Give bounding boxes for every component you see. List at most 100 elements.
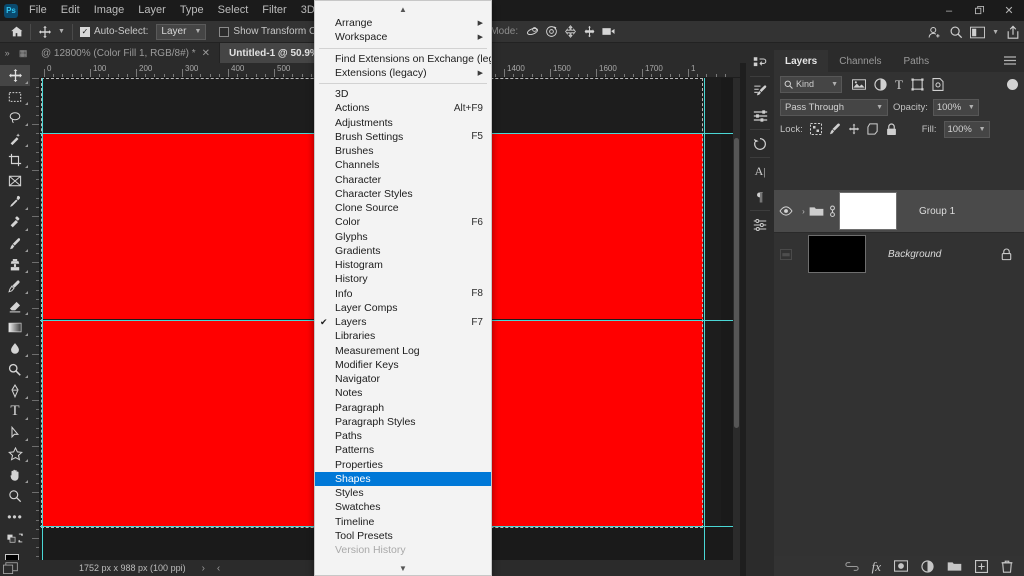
window-menu-item-measurement-log[interactable]: Measurement Log bbox=[315, 344, 491, 358]
tool-eyedropper-tool[interactable] bbox=[0, 191, 30, 212]
close-icon[interactable]: ✕ bbox=[994, 0, 1024, 21]
layer-filter-toggle-switch[interactable] bbox=[1007, 78, 1018, 90]
add-mask-icon[interactable] bbox=[894, 560, 908, 572]
window-menu-item-history[interactable]: History bbox=[315, 272, 491, 286]
type-filter-icon[interactable]: T bbox=[895, 78, 903, 91]
window-menu-item-shapes[interactable]: Shapes bbox=[315, 471, 491, 486]
menubar-item-file[interactable]: File bbox=[22, 0, 54, 21]
rail-history-icon[interactable] bbox=[746, 131, 774, 156]
screen-mode-status-icon[interactable] bbox=[3, 561, 18, 575]
pixel-filter-icon[interactable] bbox=[852, 78, 866, 90]
vertical-ruler[interactable] bbox=[30, 78, 40, 560]
rail-adjustments-sliders-icon[interactable] bbox=[746, 103, 774, 128]
lock-all-icon[interactable] bbox=[886, 122, 897, 136]
rail-brush-settings-icon[interactable] bbox=[746, 78, 774, 103]
menubar-item-type[interactable]: Type bbox=[173, 0, 211, 21]
tool-hand-tool[interactable] bbox=[0, 464, 30, 485]
layer-row-background[interactable]: Background bbox=[774, 233, 1024, 275]
rail-character-icon[interactable]: A| bbox=[746, 159, 774, 184]
lock-position-icon[interactable] bbox=[848, 123, 860, 135]
tool-gradient-tool[interactable] bbox=[0, 317, 30, 338]
tool-rectangular-marquee-tool[interactable] bbox=[0, 86, 30, 107]
window-menu-item-workspace[interactable]: Workspace ▶ bbox=[315, 30, 491, 44]
rail-paragraph-icon[interactable]: ¶ bbox=[746, 184, 774, 209]
tool-crop-tool[interactable] bbox=[0, 149, 30, 170]
camera-3d-icon[interactable] bbox=[602, 26, 617, 37]
window-menu-item-notes[interactable]: Notes bbox=[315, 386, 491, 400]
layer-filter-kind-dropdown[interactable]: Kind ▼ bbox=[780, 75, 842, 93]
window-menu-item-paragraph[interactable]: Paragraph bbox=[315, 401, 491, 415]
window-menu-item-extensions-legacy[interactable]: Extensions (legacy) ▶ bbox=[315, 66, 491, 80]
tool-blur-tool[interactable] bbox=[0, 338, 30, 359]
tool-pen-tool[interactable] bbox=[0, 380, 30, 401]
layer-name-label[interactable]: Group 1 bbox=[919, 206, 955, 217]
window-menu-item-patterns[interactable]: Patterns bbox=[315, 443, 491, 457]
window-menu-item-layer-comps[interactable]: Layer Comps bbox=[315, 301, 491, 315]
rail-properties-icon[interactable] bbox=[746, 212, 774, 237]
window-menu-item-navigator[interactable]: Navigator bbox=[315, 372, 491, 386]
tool-preset-caret-icon[interactable]: ▼ bbox=[58, 28, 65, 35]
tool-custom-shape-tool[interactable] bbox=[0, 443, 30, 464]
canvas-vertical-scrollbar[interactable] bbox=[733, 78, 740, 560]
fill-field[interactable]: 100% ▼ bbox=[943, 120, 990, 138]
show-transform-controls-checkbox[interactable] bbox=[219, 26, 230, 37]
workspace-chevron-icon[interactable]: ▼ bbox=[992, 29, 999, 36]
window-menu-item-brushes[interactable]: Brushes bbox=[315, 144, 491, 158]
window-menu-item-arrange[interactable]: Arrange ▶ bbox=[315, 16, 491, 30]
slide-3d-icon[interactable] bbox=[583, 25, 596, 38]
window-menu-item-libraries[interactable]: Libraries bbox=[315, 329, 491, 343]
window-menu-dropdown[interactable]: ▲ Arrange ▶ Workspace ▶ Find Extensions on E… bbox=[314, 0, 492, 576]
layer-row-group-1[interactable]: › Group 1 bbox=[774, 190, 1024, 232]
opacity-field[interactable]: 100% ▼ bbox=[932, 98, 979, 116]
menubar-item-layer[interactable]: Layer bbox=[131, 0, 173, 21]
window-menu-item-histogram[interactable]: Histogram bbox=[315, 258, 491, 272]
panel-menu-hamburger-icon[interactable] bbox=[1004, 56, 1016, 65]
window-menu-item-gradients[interactable]: Gradients bbox=[315, 244, 491, 258]
scrollbar-thumb[interactable] bbox=[734, 138, 739, 428]
lock-transparency-icon[interactable] bbox=[809, 123, 822, 135]
roll-3d-icon[interactable] bbox=[545, 25, 558, 38]
layer-thumbnail[interactable] bbox=[808, 235, 866, 273]
tool-spot-healing-brush-tool[interactable] bbox=[0, 212, 30, 233]
window-menu-item-color[interactable]: Color F6 bbox=[315, 215, 491, 229]
tool-path-selection-tool[interactable] bbox=[0, 422, 30, 443]
layer-visibility-toggle[interactable] bbox=[774, 248, 798, 260]
window-menu-item-brush-settings[interactable]: Brush Settings F5 bbox=[315, 130, 491, 144]
menu-scroll-up-arrow-icon[interactable]: ▲ bbox=[315, 3, 491, 16]
window-menu-item-modifier-keys[interactable]: Modifier Keys bbox=[315, 358, 491, 372]
new-group-icon[interactable] bbox=[947, 561, 962, 572]
panel-tab-paths[interactable]: Paths bbox=[893, 50, 941, 72]
tool-move-tool[interactable] bbox=[0, 65, 30, 86]
smart-object-filter-icon[interactable] bbox=[932, 77, 944, 91]
window-menu-item-character[interactable]: Character bbox=[315, 173, 491, 187]
guide-vertical-right[interactable] bbox=[704, 78, 705, 560]
group-expand-arrow-icon[interactable]: › bbox=[798, 207, 809, 216]
tool-edit-toolbar-button[interactable]: ••• bbox=[0, 506, 30, 527]
search-icon[interactable] bbox=[949, 25, 963, 39]
panel-tab-layers[interactable]: Layers bbox=[774, 50, 829, 72]
tool-history-brush-tool[interactable] bbox=[0, 275, 30, 296]
window-menu-item-paragraph-styles[interactable]: Paragraph Styles bbox=[315, 415, 491, 429]
menu-scroll-down-arrow-icon[interactable]: ▼ bbox=[315, 562, 491, 575]
tool-clone-stamp-tool[interactable] bbox=[0, 254, 30, 275]
tool-lasso-tool[interactable] bbox=[0, 107, 30, 128]
window-menu-item-glyphs[interactable]: Glyphs bbox=[315, 230, 491, 244]
window-menu-item-layers[interactable]: ✔ Layers F7 bbox=[315, 315, 491, 329]
window-menu-item-swatches[interactable]: Swatches bbox=[315, 500, 491, 514]
status-prev-icon[interactable]: ‹ bbox=[217, 563, 220, 574]
arrange-float-icon[interactable]: ▦ bbox=[19, 48, 28, 59]
status-next-icon[interactable]: › bbox=[202, 563, 205, 574]
panel-tab-channels[interactable]: Channels bbox=[828, 50, 892, 72]
layer-thumbnail[interactable] bbox=[839, 192, 897, 230]
minimize-icon[interactable]: – bbox=[934, 0, 964, 21]
tool-default-colors-icon[interactable] bbox=[0, 527, 30, 548]
tool-zoom-tool[interactable] bbox=[0, 485, 30, 506]
window-menu-item-find-extensions-on-exchange-legacy[interactable]: Find Extensions on Exchange (legacy)... bbox=[315, 52, 491, 66]
tool-frame-tool[interactable] bbox=[0, 170, 30, 191]
window-menu-item-3d[interactable]: 3D bbox=[315, 87, 491, 101]
layer-visibility-toggle[interactable] bbox=[774, 206, 798, 216]
window-menu-item-character-styles[interactable]: Character Styles bbox=[315, 187, 491, 201]
menubar-item-image[interactable]: Image bbox=[87, 0, 132, 21]
adjustment-filter-icon[interactable] bbox=[874, 77, 887, 91]
tool-object-selection-tool[interactable] bbox=[0, 128, 30, 149]
